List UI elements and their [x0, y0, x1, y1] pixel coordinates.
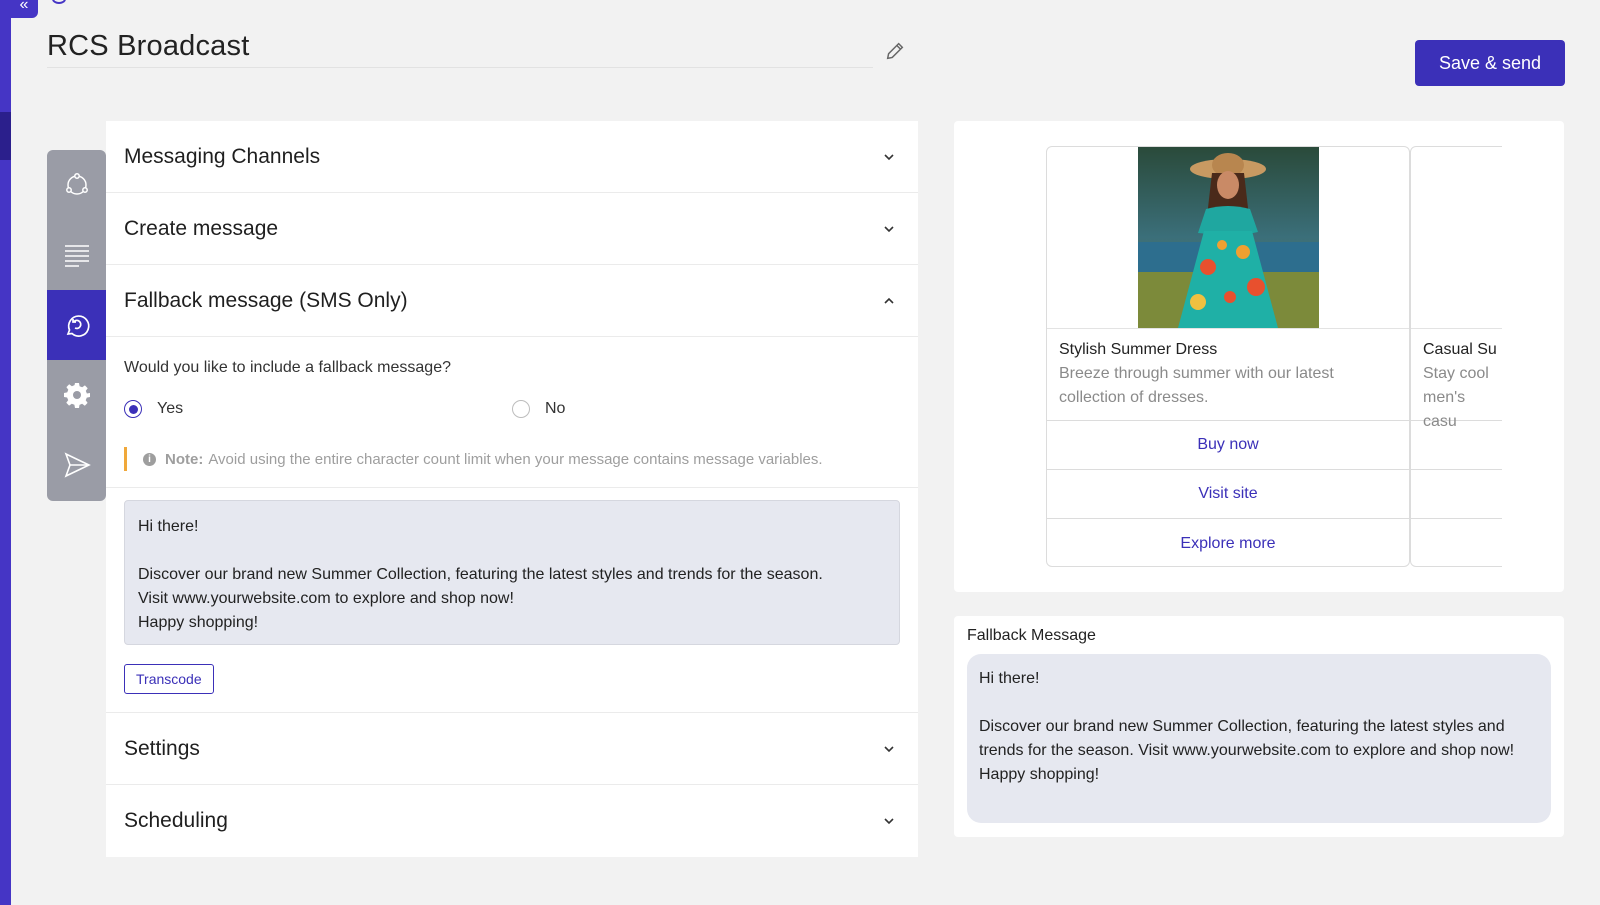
fallback-preview-title: Fallback Message [967, 627, 1096, 644]
card-carousel[interactable]: Stylish Summer Dress Breeze through summ… [1046, 146, 1502, 570]
radio-yes-label: Yes [157, 400, 184, 417]
chevron-down-icon [884, 225, 894, 232]
fallback-body: Would you like to include a fallback mes… [106, 337, 918, 713]
page-title: RCS Broadcast [47, 30, 250, 62]
section-title: Messaging Channels [124, 144, 321, 168]
card-description: Breeze through summer with our latest co… [1059, 365, 1334, 406]
step-channels[interactable] [47, 150, 106, 220]
section-title: Create message [124, 216, 279, 240]
step-send[interactable] [47, 430, 106, 500]
send-icon [64, 452, 91, 478]
title-field[interactable]: RCS Broadcast [47, 30, 873, 68]
top-indicator-icon [52, 0, 66, 4]
step-message[interactable] [47, 220, 106, 290]
fallback-preview-bubble: Hi there! Discover our brand new Summer … [967, 654, 1551, 823]
card-title: Casual Su [1423, 341, 1497, 358]
info-icon: i [143, 452, 156, 466]
campaign-accordion: Messaging Channels Create message Fallba… [106, 121, 918, 857]
chevron-down-icon [884, 153, 894, 160]
card-button-visit-site[interactable]: Visit site [1047, 470, 1409, 519]
rich-card: Stylish Summer Dress Breeze through summ… [1046, 146, 1410, 567]
save-send-button[interactable]: Save & send [1415, 40, 1565, 86]
radio-yes[interactable]: Yes [124, 400, 512, 418]
step-fallback[interactable] [47, 290, 106, 360]
step-settings[interactable] [47, 360, 106, 430]
collapse-sidebar-icon[interactable]: « [10, 0, 38, 18]
channels-icon [65, 173, 88, 195]
chevron-down-icon [884, 818, 894, 825]
card-button[interactable] [1411, 519, 1502, 568]
note-label: Note: [165, 450, 204, 468]
pencil-edit-icon[interactable] [884, 40, 906, 62]
step-rail [47, 150, 106, 501]
rcs-preview-panel: Stylish Summer Dress Breeze through summ… [954, 121, 1564, 592]
radio-unchecked-icon[interactable] [512, 400, 530, 418]
section-title: Settings [124, 736, 200, 760]
chevron-up-icon [884, 297, 894, 304]
radio-no-label: No [545, 400, 566, 417]
card-title: Stylish Summer Dress [1059, 341, 1218, 358]
fallback-icon [66, 315, 90, 337]
card-media [1411, 147, 1502, 329]
section-title: Scheduling [124, 809, 228, 832]
transcode-button[interactable]: Transcode [124, 664, 214, 694]
section-messaging-channels[interactable]: Messaging Channels [106, 121, 918, 193]
card-text: Casual Su Stay cool men's casu [1411, 329, 1502, 430]
gear-icon [63, 383, 90, 408]
radio-no[interactable]: No [512, 400, 900, 418]
card-media [1047, 147, 1409, 329]
rich-card-partial: Casual Su Stay cool men's casu [1410, 146, 1502, 567]
card-text: Stylish Summer Dress Breeze through summ… [1047, 329, 1409, 421]
section-scheduling[interactable]: Scheduling [106, 785, 918, 857]
radio-checked-icon[interactable] [124, 400, 142, 418]
product-image [1138, 147, 1319, 328]
section-title: Fallback message (SMS Only) [124, 288, 408, 312]
divider [106, 487, 918, 488]
section-settings[interactable]: Settings [106, 713, 918, 785]
card-button-explore-more[interactable]: Explore more [1047, 519, 1409, 568]
section-fallback[interactable]: Fallback message (SMS Only) [106, 265, 918, 337]
left-nav-active-marker [0, 112, 11, 160]
variables-note: i Note: Avoid using the entire character… [124, 447, 900, 471]
card-button[interactable] [1411, 470, 1502, 519]
chevron-down-icon [884, 745, 894, 752]
left-nav-rail [0, 0, 11, 905]
fallback-question: Would you like to include a fallback mes… [124, 359, 451, 376]
fallback-radio-group: Yes No [124, 399, 900, 419]
note-text: Avoid using the entire character count l… [208, 450, 823, 468]
section-create-message[interactable]: Create message [106, 193, 918, 265]
fallback-preview-panel: Fallback Message Hi there! Discover our … [954, 616, 1564, 837]
message-lines-icon [64, 245, 89, 267]
fallback-message-textarea[interactable]: Hi there! Discover our brand new Summer … [124, 500, 900, 645]
card-button-buy-now[interactable]: Buy now [1047, 421, 1409, 470]
